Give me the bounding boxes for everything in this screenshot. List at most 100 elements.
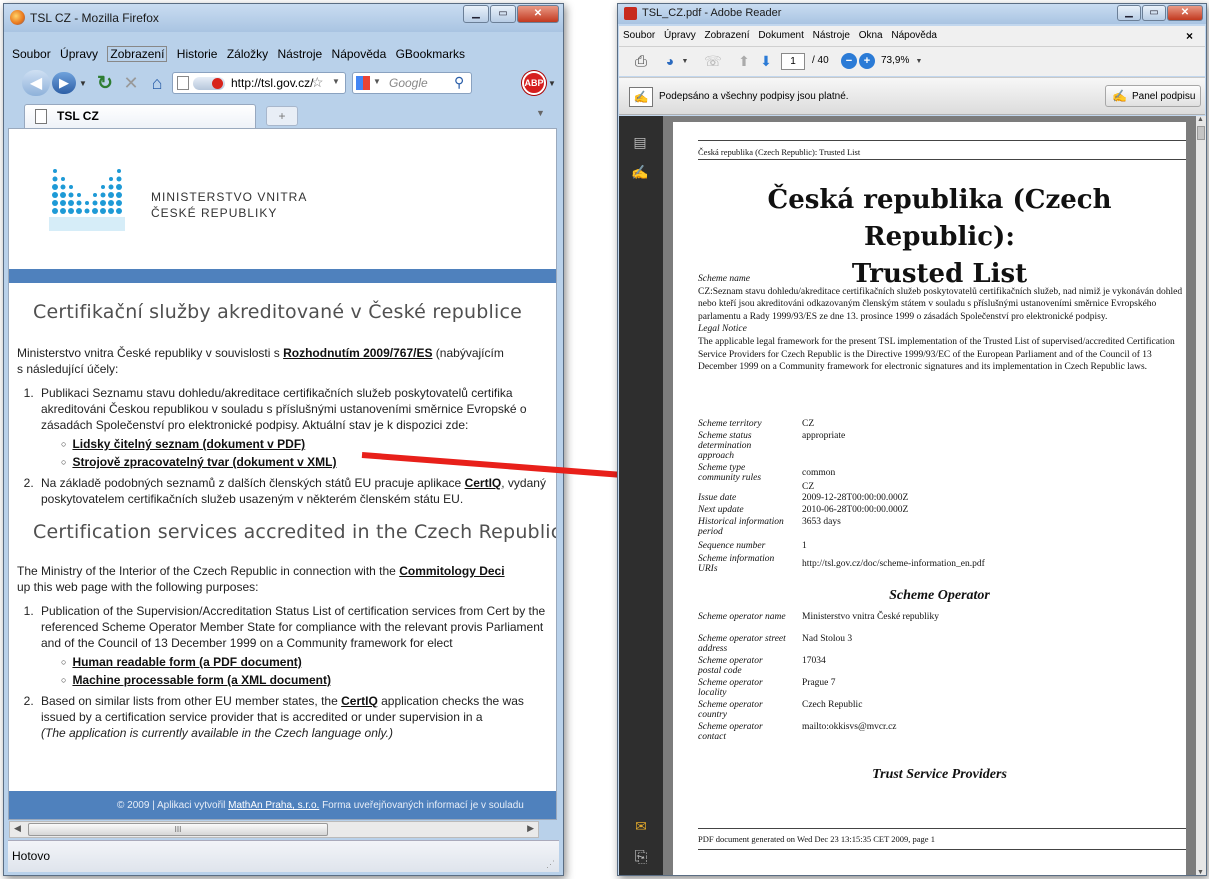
reader-titlebar[interactable]: TSL_CZ.pdf - Adobe Reader ▁ ▭ ✕ — [618, 4, 1206, 24]
scroll-thumb[interactable]: III — [28, 823, 328, 836]
scroll-right-icon[interactable]: ▶ — [527, 823, 534, 834]
menu-soubor[interactable]: Soubor — [12, 47, 51, 61]
history-dropdown-icon[interactable]: ▼ — [78, 74, 88, 92]
url-dropdown-icon[interactable]: ▼ — [332, 77, 340, 86]
search-placeholder[interactable]: Google — [389, 76, 428, 90]
sign-icon[interactable]: ☏ — [703, 52, 723, 70]
xml-link-cz[interactable]: Strojově zpracovatelný tvar (dokument v … — [72, 455, 336, 469]
menu-upravy[interactable]: Úpravy — [60, 47, 98, 61]
search-box[interactable]: ▼ Google ⚲ — [352, 72, 472, 94]
zoom-in-icon[interactable]: + — [859, 53, 875, 69]
comments-icon[interactable]: ✉ — [631, 816, 651, 836]
next-page-icon[interactable]: ⬇ — [757, 52, 775, 70]
minimize-button[interactable]: ▁ — [1117, 5, 1141, 21]
page-body: Certifikační služby akreditované v České… — [17, 301, 556, 745]
scroll-thumb[interactable] — [1197, 126, 1205, 140]
firefox-title: TSL CZ - Mozilla Firefox — [30, 11, 159, 25]
firefox-viewport: MINISTERSTVO VNITRA ČESKÉ REPUBLIKY Cert… — [8, 128, 557, 820]
resize-grip-icon[interactable]: ⋰ — [546, 859, 555, 870]
page-number-input[interactable]: 1 — [781, 53, 805, 70]
signature-message: Podepsáno a všechny podpisy jsou platné. — [659, 91, 849, 102]
share-icon[interactable]: ◕ — [659, 52, 681, 70]
scheme-fields: Scheme territory CZ Scheme status determi… — [698, 419, 985, 574]
scroll-down-icon[interactable]: ▼ — [1197, 869, 1204, 875]
tab-label: TSL CZ — [57, 109, 99, 123]
scroll-left-icon[interactable]: ◀ — [14, 823, 21, 834]
close-button[interactable]: ✕ — [1167, 5, 1203, 21]
signatures-panel-icon[interactable]: ✍ — [631, 162, 649, 182]
menu-dokument[interactable]: Dokument — [758, 30, 804, 41]
menu-napoveda[interactable]: Nápověda — [891, 30, 937, 41]
status-text: Hotovo — [12, 849, 51, 863]
signature-panel-button[interactable]: ✍ Panel podpisu — [1105, 85, 1201, 107]
list-item: Na základě podobných seznamů z dalších č… — [37, 475, 556, 507]
tab-list-icon[interactable]: ▼ — [536, 108, 545, 118]
certiq-link-cz[interactable]: CertIQ — [465, 476, 502, 490]
reader-title: TSL_CZ.pdf - Adobe Reader — [642, 7, 782, 19]
attachments-icon[interactable]: ⎘ — [631, 848, 651, 868]
addon-dropdown-icon[interactable]: ▼ — [547, 74, 557, 92]
tab-tsl-cz[interactable]: TSL CZ — [24, 104, 256, 128]
operator-fields: Scheme operator name Ministerstvo vnitra … — [698, 612, 939, 742]
new-tab-button[interactable]: + — [266, 106, 298, 126]
ministry-logo-icon — [49, 169, 125, 231]
search-icon[interactable]: ⚲ — [454, 74, 464, 91]
list-item: Publikaci Seznamu stavu dohledu/akredita… — [37, 385, 556, 471]
menu-napoveda[interactable]: Nápověda — [332, 47, 387, 61]
menu-historie[interactable]: Historie — [177, 47, 218, 61]
logo-text: MINISTERSTVO VNITRA ČESKÉ REPUBLIKY — [151, 190, 308, 220]
rozhodnuti-link[interactable]: Rozhodnutím 2009/767/ES — [283, 346, 432, 360]
google-engine-icon[interactable] — [356, 76, 370, 90]
menu-okna[interactable]: Okna — [859, 30, 883, 41]
stop-icon[interactable]: ✕ — [120, 72, 142, 94]
en-sublist: Human readable form (a PDF document) Mac… — [61, 654, 556, 689]
security-icon — [193, 77, 225, 90]
menu-zalozky[interactable]: Záložky — [227, 47, 268, 61]
minimize-button[interactable]: ▁ — [463, 5, 489, 23]
adblock-icon[interactable]: ABP — [522, 71, 546, 95]
scroll-up-icon[interactable]: ▲ — [1197, 116, 1204, 123]
forward-button[interactable]: ▶ — [52, 72, 76, 94]
xml-link-en[interactable]: Machine processable form (a XML document… — [72, 673, 331, 687]
vertical-scrollbar[interactable]: ▲ ▼ — [1196, 116, 1206, 875]
url-text[interactable]: http://tsl.gov.cz/ — [231, 76, 313, 90]
maximize-button[interactable]: ▭ — [490, 5, 516, 23]
bookmark-star-icon[interactable]: ☆ — [311, 74, 324, 91]
close-document-icon[interactable]: × — [1186, 26, 1193, 46]
zoom-out-icon[interactable]: − — [841, 53, 857, 69]
commitology-link[interactable]: Commitology Deci — [399, 564, 504, 578]
reload-icon[interactable]: ↻ — [94, 72, 116, 94]
home-icon[interactable]: ⌂ — [146, 72, 168, 94]
list-item: Lidsky čitelný seznam (dokument v PDF) — [61, 436, 556, 453]
zoom-dropdown-icon[interactable]: ▼ — [915, 55, 923, 67]
menu-gbookmarks[interactable]: GBookmarks — [396, 47, 465, 61]
menu-upravy[interactable]: Úpravy — [664, 30, 696, 41]
url-bar[interactable]: http://tsl.gov.cz/ ☆ ▼ — [172, 72, 346, 94]
page-icon — [35, 109, 47, 124]
maximize-button[interactable]: ▭ — [1142, 5, 1166, 21]
menu-zobrazeni[interactable]: Zobrazení — [107, 46, 168, 62]
ministry-logo: MINISTERSTVO VNITRA ČESKÉ REPUBLIKY — [49, 165, 309, 235]
reader-window: TSL_CZ.pdf - Adobe Reader ▁ ▭ ✕ Soubor Ú… — [617, 3, 1207, 876]
zoom-level[interactable]: 73,9% — [881, 55, 909, 66]
pdf-link-en[interactable]: Human readable form (a PDF document) — [72, 655, 301, 669]
close-button[interactable]: ✕ — [517, 5, 559, 23]
menu-zobrazeni[interactable]: Zobrazení — [705, 30, 750, 41]
nav-dropdown-icon[interactable]: ▼ — [681, 55, 689, 67]
engine-dropdown-icon[interactable]: ▼ — [373, 77, 381, 86]
print-icon[interactable]: ⎙ — [631, 52, 651, 70]
mathan-link[interactable]: MathAn Praha, s.r.o. — [228, 800, 319, 811]
back-button[interactable]: ◀ — [22, 70, 50, 96]
prev-page-icon[interactable]: ⬆ — [735, 52, 753, 70]
menu-nastroje[interactable]: Nástroje — [278, 47, 323, 61]
firefox-titlebar[interactable]: TSL CZ - Mozilla Firefox ▁ ▭ ✕ — [4, 4, 563, 32]
pdf-link-cz[interactable]: Lidsky čitelný seznam (dokument v PDF) — [72, 437, 305, 451]
pdf-running-header: Česká republika (Czech Republic): Truste… — [698, 147, 861, 157]
horizontal-scrollbar[interactable]: ◀ III ▶ — [9, 821, 539, 838]
page-icon — [177, 76, 189, 90]
pdf-page: Česká republika (Czech Republic): Truste… — [673, 122, 1186, 875]
menu-nastroje[interactable]: Nástroje — [813, 30, 850, 41]
certiq-link-en[interactable]: CertIQ — [341, 694, 378, 708]
pages-panel-icon[interactable]: ▤ — [631, 132, 649, 152]
menu-soubor[interactable]: Soubor — [623, 30, 655, 41]
